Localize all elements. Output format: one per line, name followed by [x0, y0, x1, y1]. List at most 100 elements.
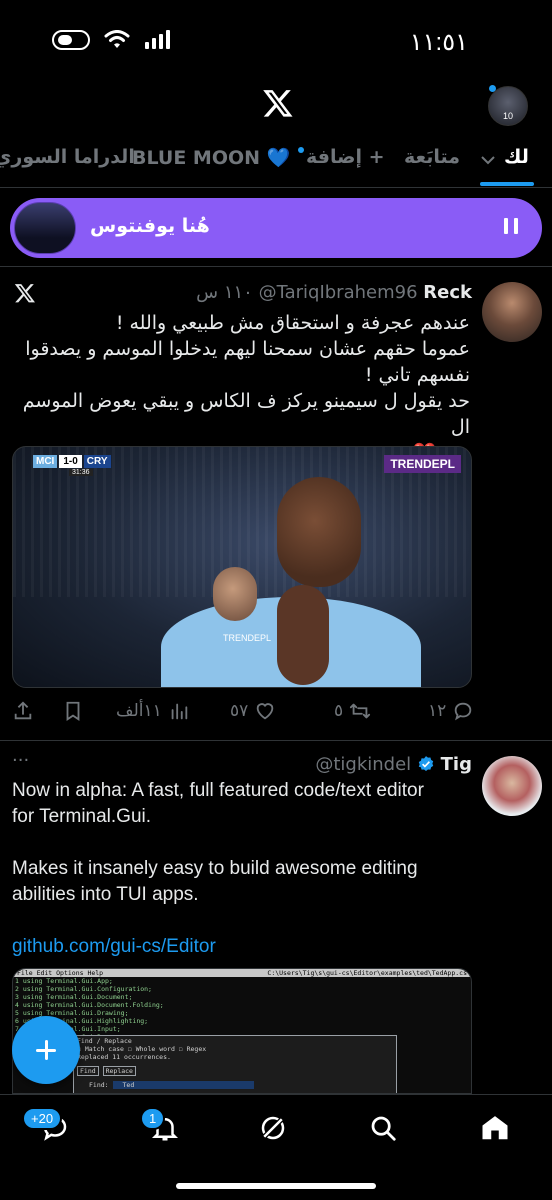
score: 1-0 — [59, 455, 82, 468]
author-avatar[interactable] — [482, 282, 542, 342]
chevron-down-icon[interactable] — [480, 154, 496, 166]
avatar-number: 10 — [502, 111, 513, 121]
reply-icon — [455, 702, 472, 721]
status-bar: ١١:٥١ — [0, 0, 552, 80]
player-head — [277, 477, 361, 587]
find-tab[interactable]: Find — [77, 1066, 99, 1076]
nav-search[interactable] — [368, 1113, 404, 1149]
code-line: 1 using Terminal.Gui.App; — [15, 977, 113, 985]
x-logo-icon — [263, 90, 293, 117]
player-watermark: TRENDEPL — [223, 633, 272, 643]
heart-icon — [257, 703, 274, 720]
tweet-header: @tigkindel Tig — [315, 754, 472, 775]
views-button[interactable]: ١١ألف — [116, 700, 190, 722]
messages-badge: +20 — [22, 1107, 63, 1130]
notifications-badge: 1 — [140, 1107, 166, 1130]
reply-button[interactable]: ١٢ — [428, 700, 474, 722]
author-name[interactable]: Reck — [423, 282, 472, 303]
code-line: 3 using Terminal.Gui.Document; — [15, 993, 133, 1001]
home-icon — [482, 1116, 508, 1140]
signal-icon — [145, 30, 170, 49]
pause-icon[interactable] — [504, 218, 518, 236]
editor-menubar: File Edit Options Help C:\Users\Tig\s\gu… — [13, 969, 471, 977]
author-avatar[interactable] — [482, 756, 542, 816]
editor-path: C:\Users\Tig\s\gui-cs\Editor\examples\te… — [267, 969, 467, 977]
match-clock: 31:36 — [69, 469, 93, 476]
verified-badge-icon — [418, 756, 434, 771]
top-header: 10 — [0, 80, 552, 138]
reply-count: ١٢ — [428, 701, 447, 721]
tweet-header: ١١٠ س @TariqIbrahem96 Reck — [196, 282, 472, 303]
tab-syrian-drama[interactable]: الدراما السوري — [0, 146, 135, 168]
tweet-line: عندهم عجرفة و استحقاق مش طبيعي والله ! — [115, 312, 470, 334]
tweet-text: عندهم عجرفة و استحقاق مش طبيعي والله ! ع… — [10, 310, 470, 466]
editor-menu: File Edit Options Help — [17, 969, 104, 977]
editor-screenshot[interactable]: File Edit Options Help C:\Users\Tig\s\gu… — [12, 968, 472, 1094]
more-options-icon[interactable]: ··· — [12, 750, 29, 771]
tab-new-dot — [298, 147, 304, 153]
clock: ١١:٥١ — [409, 29, 468, 56]
code-line: 6 using Terminal.Gui.Highlighting; — [15, 1017, 149, 1025]
live-space-bar[interactable]: هُنا يوفنتوس — [10, 198, 542, 258]
grok-icon — [261, 1116, 285, 1140]
code-line: 4 using Terminal.Gui.Document.Folding; — [15, 1001, 164, 1009]
tweet-line: Makes it insanely easy to build awesome … — [12, 858, 418, 879]
profile-avatar[interactable]: 10 — [488, 86, 528, 126]
scoreboard: MCI 1-0 CRY — [33, 455, 111, 468]
author-handle[interactable]: @TariqIbrahem96 — [259, 282, 418, 303]
tweet-line: abilities into TUI apps. — [12, 884, 199, 905]
search-icon — [371, 1116, 396, 1141]
tweet-line: عموما حقهم عشان سمحنا ليهم يدخلوا الموسم… — [25, 338, 470, 360]
repost-count: ٥ — [334, 701, 344, 721]
space-thumbnail — [14, 202, 76, 254]
tweet-line: نفسهم تاني ! — [364, 364, 470, 386]
active-tab-indicator — [480, 182, 534, 186]
bookmark-icon[interactable] — [62, 700, 84, 722]
repost-button[interactable]: ٥ — [334, 700, 371, 722]
timeline-tabs: الدراما السوري BLUE MOON 💙 إضافة + متابَ… — [0, 138, 552, 188]
tweet-text: Now in alpha: A fast, full featured code… — [12, 778, 482, 960]
tweet-line: for Terminal.Gui. — [12, 806, 152, 827]
dialog-title: Find / Replace — [77, 1037, 132, 1045]
tab-following[interactable]: متابَعة — [404, 146, 460, 168]
author-handle[interactable]: @tigkindel — [315, 754, 411, 775]
nav-notifications[interactable]: 1 — [140, 1107, 186, 1149]
views-count: ١١ألف — [116, 701, 162, 721]
status-icons — [52, 30, 170, 50]
nav-messages[interactable]: +20 — [22, 1107, 76, 1149]
like-count: ٥٧ — [230, 701, 249, 721]
divider — [0, 266, 552, 267]
analytics-icon — [171, 703, 188, 720]
space-title: هُنا يوفنتوس — [90, 215, 210, 237]
tab-add[interactable]: إضافة + — [306, 146, 385, 168]
code-line: 2 using Terminal.Gui.Configuration; — [15, 985, 152, 993]
find-input[interactable]: Ted — [112, 1081, 255, 1089]
tweet-link[interactable]: github.com/gui-cs/Editor — [12, 934, 482, 960]
x-logo-icon — [14, 284, 35, 303]
background-player — [213, 567, 257, 621]
repost-icon — [350, 703, 371, 719]
tweet-time: ١١٠ س — [196, 282, 253, 303]
away-team: CRY — [83, 455, 111, 468]
nav-home[interactable] — [480, 1113, 516, 1149]
home-indicator[interactable] — [176, 1183, 376, 1189]
share-icon[interactable] — [12, 700, 34, 722]
bottom-navigation: +20 1 — [0, 1094, 552, 1200]
tweet-video[interactable]: MCI 1-0 CRY 31:36 TRENDEPL TRENDEPL — [12, 446, 472, 688]
like-button[interactable]: ٥٧ — [230, 700, 276, 722]
author-name[interactable]: Tig — [441, 754, 472, 775]
match-case-option[interactable]: Match case — [85, 1045, 124, 1053]
divider — [0, 740, 552, 741]
code-line: 5 using Terminal.Gui.Drawing; — [15, 1009, 129, 1017]
replace-tab[interactable]: Replace — [102, 1066, 136, 1076]
tab-for-you[interactable]: لك — [504, 146, 529, 168]
home-team: MCI — [33, 455, 58, 468]
nav-grok[interactable] — [258, 1113, 294, 1149]
tweet-line: حد يقول ل سيمينو يركز ف الكاس و يبقي يعو… — [22, 390, 470, 438]
compose-button[interactable] — [12, 1016, 80, 1084]
regex-option[interactable]: Regex — [187, 1045, 207, 1053]
tweet-line: Now in alpha: A fast, full featured code… — [12, 780, 424, 801]
whole-word-option[interactable]: Whole word — [136, 1045, 175, 1053]
tab-blue-moon[interactable]: BLUE MOON 💙 — [132, 146, 290, 169]
find-replace-dialog: Find / Replace ☐ Match case ☐ Whole word… — [73, 1035, 397, 1093]
